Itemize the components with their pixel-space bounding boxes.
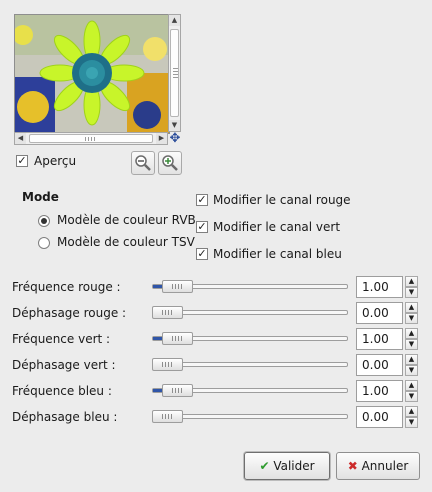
spin-up-arrow-icon[interactable]: ▲ xyxy=(405,302,418,313)
cancel-button[interactable]: ✖ Annuler xyxy=(336,452,420,480)
hsv-mode-label: Modèle de couleur TSV xyxy=(57,235,195,249)
horizontal-scroll-thumb[interactable] xyxy=(29,134,153,143)
check-icon: ✔ xyxy=(259,459,270,473)
slider-handle[interactable] xyxy=(152,358,183,371)
zoom-out-icon xyxy=(135,155,151,171)
preview-image[interactable] xyxy=(14,14,170,134)
zoom-in-icon xyxy=(162,155,178,171)
slider-handle[interactable] xyxy=(162,280,193,293)
slider-handle[interactable] xyxy=(152,410,183,423)
scroll-up-arrow-icon[interactable]: ▲ xyxy=(169,15,180,26)
slider-label: Déphasage bleu : xyxy=(12,410,118,424)
modify-red-checkbox[interactable]: ✓ xyxy=(196,194,208,206)
value-spinbutton[interactable]: 0.00 xyxy=(356,302,403,324)
scroll-right-arrow-icon[interactable]: ▶ xyxy=(156,133,167,144)
rgb-mode-label: Modèle de couleur RVB xyxy=(57,213,196,227)
modify-red-label: Modifier le canal rouge xyxy=(213,193,351,207)
modify-blue-checkbox[interactable]: ✓ xyxy=(196,248,208,260)
value-spinbutton[interactable]: 1.00 xyxy=(356,380,403,402)
vertical-scroll-thumb[interactable] xyxy=(170,29,179,117)
slider-label: Fréquence rouge : xyxy=(12,280,121,294)
spin-down-arrow-icon[interactable]: ▼ xyxy=(405,287,418,298)
modify-blue-label: Modifier le canal bleu xyxy=(213,247,342,261)
scroll-left-arrow-icon[interactable]: ◀ xyxy=(15,133,26,144)
modify-green-label: Modifier le canal vert xyxy=(213,220,341,234)
spin-up-arrow-icon[interactable]: ▲ xyxy=(405,328,418,339)
slider-label: Fréquence bleu : xyxy=(12,384,112,398)
mode-title: Mode xyxy=(22,190,59,204)
value-spinbutton[interactable]: 0.00 xyxy=(356,354,403,376)
preview-horizontal-scrollbar[interactable]: ◀ ▶ xyxy=(14,132,168,145)
spin-down-arrow-icon[interactable]: ▼ xyxy=(405,339,418,350)
rgb-mode-radio[interactable] xyxy=(38,215,50,227)
slider-handle[interactable] xyxy=(162,384,193,397)
slider-label: Déphasage rouge : xyxy=(12,306,127,320)
zoom-out-button[interactable] xyxy=(131,151,155,175)
preview-label: Aperçu xyxy=(34,154,77,168)
value-spinbutton[interactable]: 0.00 xyxy=(356,406,403,428)
navigate-icon[interactable]: ✥ xyxy=(168,132,182,146)
spin-down-arrow-icon[interactable]: ▼ xyxy=(405,391,418,402)
value-spinbutton[interactable]: 1.00 xyxy=(356,276,403,298)
spin-down-arrow-icon[interactable]: ▼ xyxy=(405,313,418,324)
slider-handle[interactable] xyxy=(152,306,183,319)
slider-handle[interactable] xyxy=(162,332,193,345)
modify-green-checkbox[interactable]: ✓ xyxy=(196,221,208,233)
sunflower-image xyxy=(15,15,169,133)
preview-checkbox[interactable]: ✓ xyxy=(16,155,28,167)
spin-up-arrow-icon[interactable]: ▲ xyxy=(405,354,418,365)
slider-label: Déphasage vert : xyxy=(12,358,116,372)
slider-label: Fréquence vert : xyxy=(12,332,111,346)
value-spinbutton[interactable]: 1.00 xyxy=(356,328,403,350)
cancel-button-label: Annuler xyxy=(361,459,409,473)
zoom-in-button[interactable] xyxy=(158,151,182,175)
scroll-down-arrow-icon[interactable]: ▼ xyxy=(169,120,180,131)
ok-button-label: Valider xyxy=(273,459,315,473)
cancel-x-icon: ✖ xyxy=(347,459,358,473)
spin-up-arrow-icon[interactable]: ▲ xyxy=(405,380,418,391)
spin-down-arrow-icon[interactable]: ▼ xyxy=(405,417,418,428)
ok-button[interactable]: ✔ Valider xyxy=(244,452,330,480)
spin-down-arrow-icon[interactable]: ▼ xyxy=(405,365,418,376)
spin-up-arrow-icon[interactable]: ▲ xyxy=(405,406,418,417)
hsv-mode-radio[interactable] xyxy=(38,237,50,249)
spin-up-arrow-icon[interactable]: ▲ xyxy=(405,276,418,287)
preview-vertical-scrollbar[interactable]: ▲ ▼ xyxy=(168,14,181,132)
